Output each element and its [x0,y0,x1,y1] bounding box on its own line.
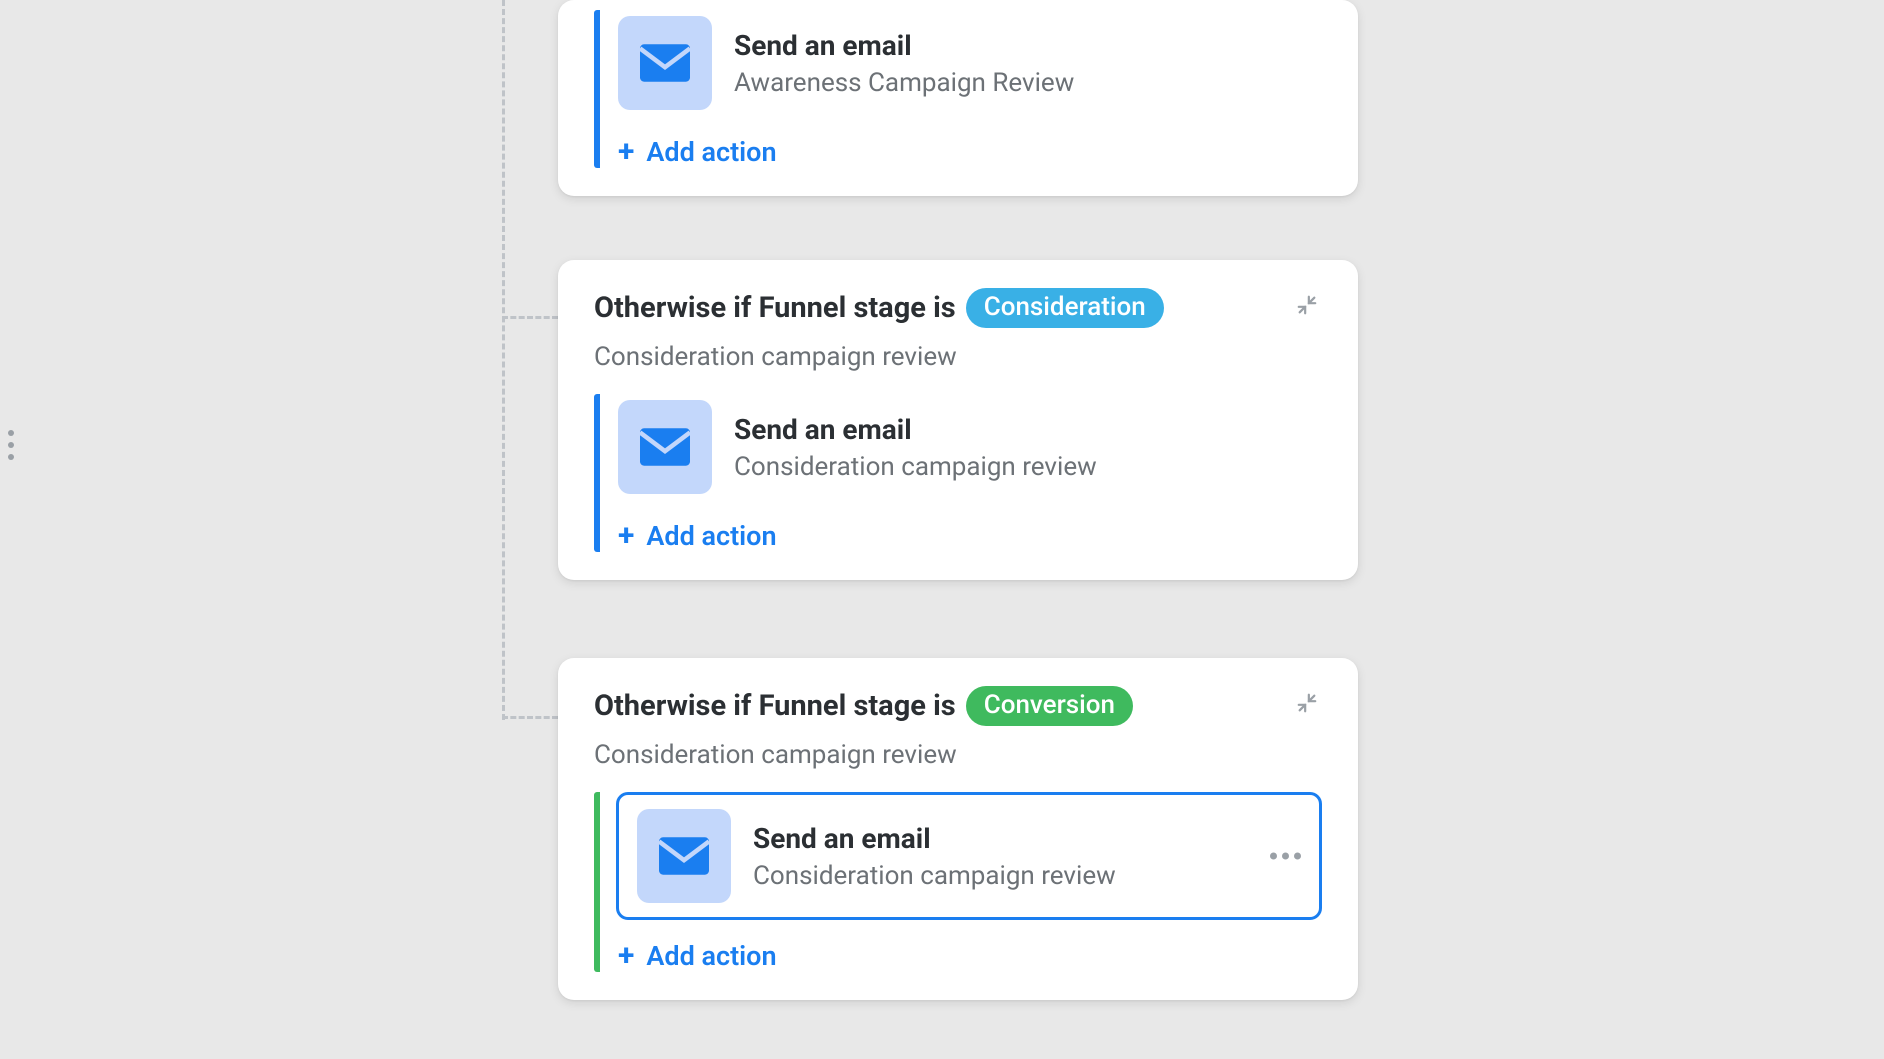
action-row-selected[interactable]: Send an email Consideration campaign rev… [616,792,1322,920]
action-subtitle: Consideration campaign review [734,452,1097,482]
action-area: Send an email Consideration campaign rev… [594,394,1322,552]
action-area: Send an email Awareness Campaign Review … [594,10,1322,168]
card-subtitle: Consideration campaign review [594,342,1322,372]
drag-handle[interactable] [8,430,14,460]
add-action-label: Add action [646,940,776,972]
action-area: Send an email Consideration campaign rev… [594,792,1322,972]
email-icon [618,400,712,494]
dot-icon [1294,853,1301,860]
envelope-icon [659,837,709,875]
collapse-button[interactable] [1292,290,1322,320]
action-row[interactable]: Send an email Consideration campaign rev… [618,394,1322,500]
condition-card[interactable]: Otherwise if Funnel stage is Conversion … [558,658,1358,1000]
action-text: Send an email Consideration campaign rev… [753,822,1116,891]
add-action-button[interactable]: + Add action [618,940,1322,972]
plus-icon: + [618,521,634,551]
action-title: Send an email [734,29,1074,62]
action-text: Send an email Consideration campaign rev… [734,413,1097,482]
card-subtitle: Consideration campaign review [594,740,1322,770]
plus-icon: + [618,137,634,167]
action-text: Send an email Awareness Campaign Review [734,29,1074,98]
add-action-label: Add action [646,520,776,552]
more-button[interactable] [1270,853,1301,860]
envelope-icon [640,428,690,466]
dot-icon [8,454,14,460]
add-action-button[interactable]: + Add action [618,136,1322,168]
dot-icon [1282,853,1289,860]
connector-line [502,316,558,319]
condition-prefix: Otherwise if Funnel stage is [594,291,956,325]
email-icon [618,16,712,110]
action-row[interactable]: Send an email Awareness Campaign Review [618,10,1322,116]
action-title: Send an email [753,822,1116,855]
condition-tag[interactable]: Conversion [966,686,1133,726]
collapse-button[interactable] [1292,688,1322,718]
connector-line [502,716,558,719]
card-header: Otherwise if Funnel stage is Considerati… [594,288,1322,328]
condition-tag[interactable]: Consideration [966,288,1164,328]
condition-prefix: Otherwise if Funnel stage is [594,689,956,723]
collapse-icon [1296,294,1318,316]
action-subtitle: Awareness Campaign Review [734,68,1074,98]
email-icon [637,809,731,903]
add-action-label: Add action [646,136,776,168]
card-header: Otherwise if Funnel stage is Conversion [594,686,1322,726]
collapse-icon [1296,692,1318,714]
add-action-button[interactable]: + Add action [618,520,1322,552]
dot-icon [8,430,14,436]
action-subtitle: Consideration campaign review [753,861,1116,891]
action-title: Send an email [734,413,1097,446]
connector-line [502,0,505,720]
envelope-icon [640,44,690,82]
condition-card[interactable]: Otherwise if Funnel stage is Considerati… [558,260,1358,580]
dot-icon [1270,853,1277,860]
dot-icon [8,442,14,448]
condition-card[interactable]: Send an email Awareness Campaign Review … [558,0,1358,196]
plus-icon: + [618,941,634,971]
